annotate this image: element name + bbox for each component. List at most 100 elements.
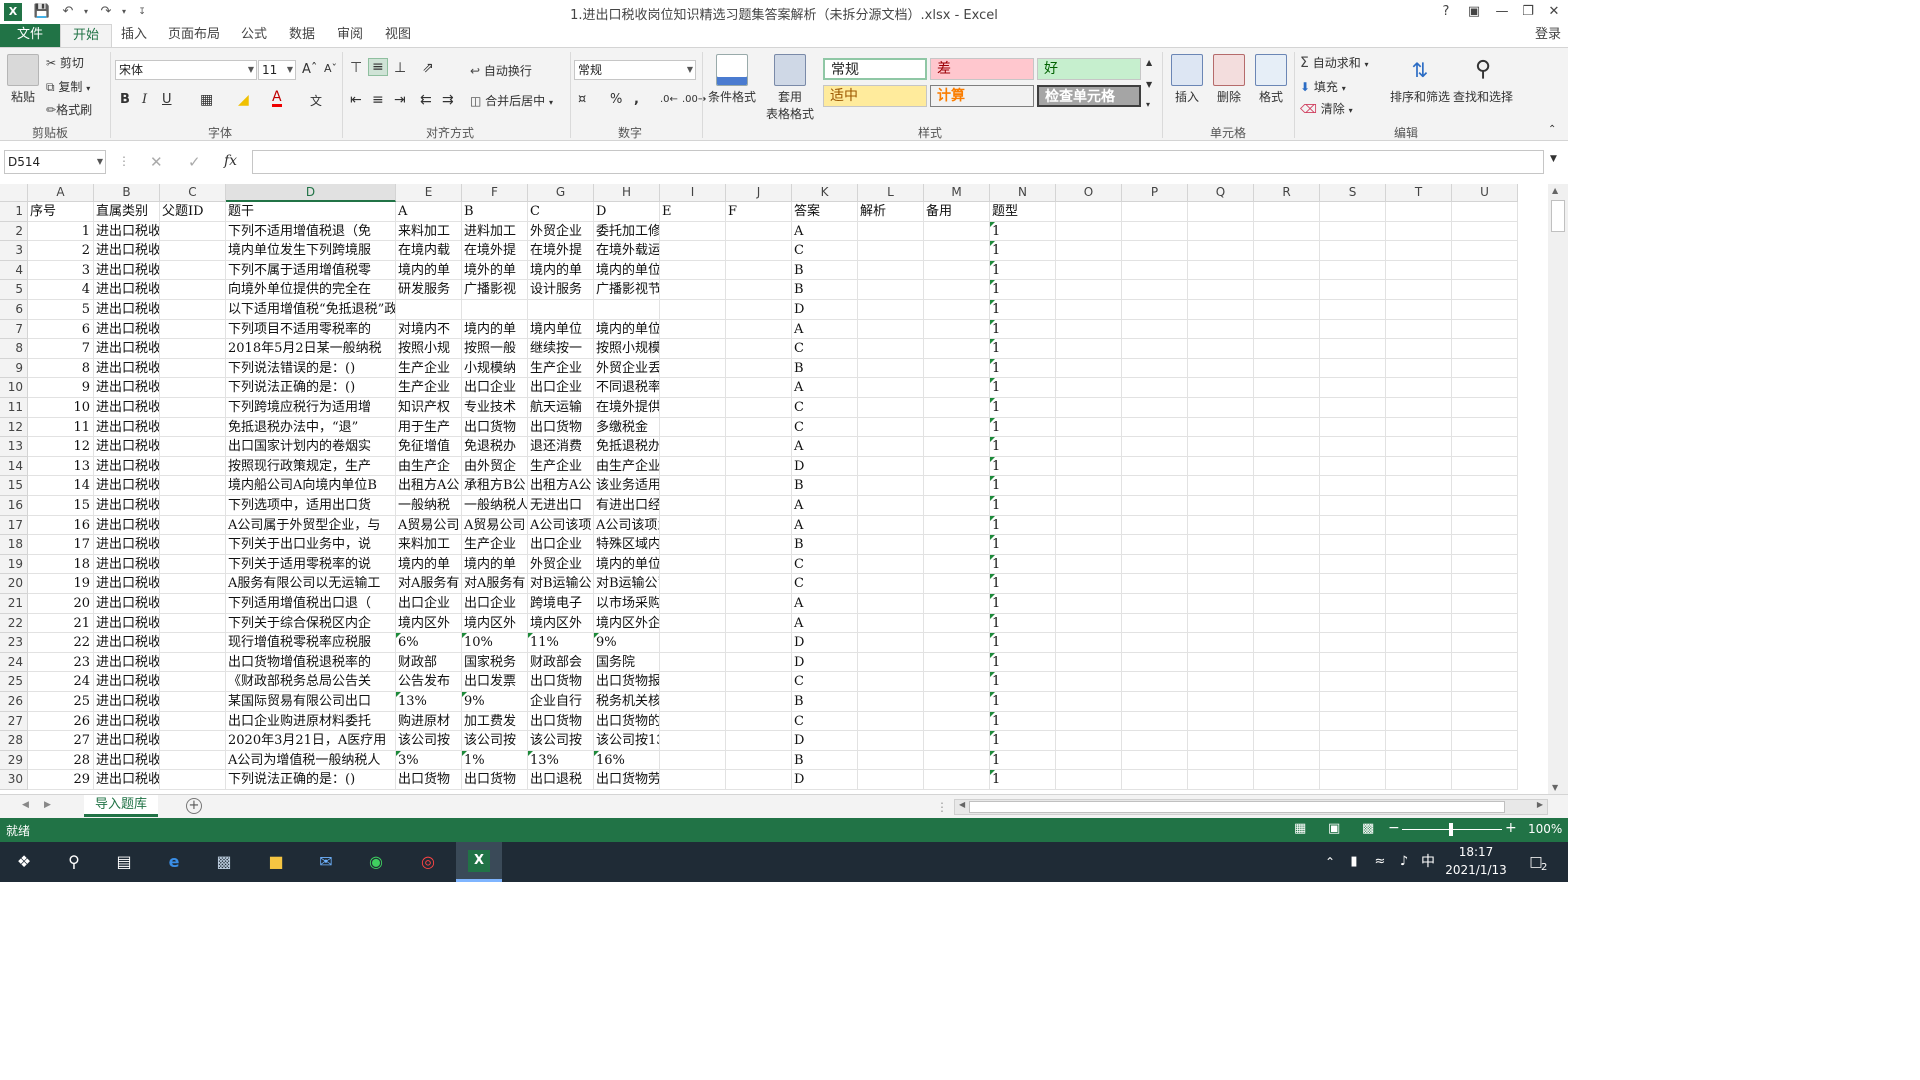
table-cell[interactable] <box>462 300 528 320</box>
table-cell[interactable] <box>1188 241 1254 261</box>
table-cell[interactable]: 出口货物 <box>462 417 528 438</box>
column-header-B[interactable]: B <box>94 184 160 202</box>
table-cell[interactable] <box>1122 711 1188 732</box>
align-right-icon[interactable]: ⇥ <box>394 92 406 108</box>
table-cell[interactable]: 特殊区域内企业委托区外企业 <box>594 535 660 555</box>
table-cell[interactable]: 外贸企业 <box>528 554 594 575</box>
table-cell[interactable] <box>1188 476 1254 496</box>
table-cell[interactable] <box>726 241 792 261</box>
table-cell[interactable]: 来料加工 <box>396 535 462 555</box>
table-cell[interactable]: 6 <box>28 319 94 340</box>
table-cell[interactable]: 1 <box>990 515 1056 536</box>
copy-button[interactable]: ⧉ 复制 ▾ <box>46 78 90 95</box>
table-cell[interactable] <box>858 241 924 261</box>
table-cell[interactable]: 24 <box>28 672 94 692</box>
row-header[interactable]: 13 <box>0 437 28 457</box>
table-cell[interactable] <box>660 770 726 790</box>
table-cell[interactable] <box>1122 476 1188 496</box>
table-cell[interactable] <box>1056 496 1122 516</box>
table-cell[interactable]: A公司属于外贸型企业，与 <box>226 515 396 536</box>
table-cell[interactable]: 17 <box>28 535 94 555</box>
align-center-icon[interactable]: ≡ <box>372 92 384 108</box>
table-cell[interactable] <box>924 652 990 673</box>
table-cell[interactable] <box>726 476 792 496</box>
table-cell[interactable] <box>858 731 924 751</box>
table-cell[interactable]: 外贸企业丢失增值税专用发票 <box>594 358 660 379</box>
table-cell[interactable]: 加工费发 <box>462 711 528 732</box>
table-cell[interactable] <box>1254 241 1320 261</box>
table-cell[interactable]: 1 <box>990 300 1056 320</box>
table-cell[interactable]: D <box>792 731 858 751</box>
table-cell[interactable] <box>1386 378 1452 398</box>
table-cell[interactable]: A <box>792 319 858 340</box>
header-cell[interactable]: 题型 <box>990 202 1056 222</box>
italic-button[interactable]: I <box>142 92 147 107</box>
table-cell[interactable]: 出口企业 <box>462 594 528 614</box>
table-cell[interactable] <box>660 574 726 594</box>
borders-icon[interactable]: ▦ <box>200 92 213 108</box>
align-top-icon[interactable]: ⊤ <box>350 60 362 76</box>
expand-formula-bar-icon[interactable]: ▼ <box>1550 154 1557 164</box>
table-cell[interactable]: 出口退税 <box>528 770 594 790</box>
table-cell[interactable]: 16 <box>28 515 94 536</box>
table-cell[interactable] <box>1056 319 1122 340</box>
table-cell[interactable] <box>1188 300 1254 320</box>
table-cell[interactable]: 出口货物 <box>528 417 594 438</box>
table-cell[interactable] <box>858 398 924 418</box>
row-header[interactable]: 17 <box>0 515 28 536</box>
table-cell[interactable]: 境内的单 <box>396 554 462 575</box>
mail-icon[interactable]: ✉ <box>312 848 340 876</box>
header-cell[interactable]: 直属类别 <box>94 202 160 222</box>
table-cell[interactable] <box>858 476 924 496</box>
table-cell[interactable] <box>924 221 990 242</box>
select-all-corner[interactable] <box>0 184 28 202</box>
table-cell[interactable] <box>1056 456 1122 477</box>
table-cell[interactable] <box>1320 711 1386 732</box>
header-cell[interactable] <box>1452 202 1518 222</box>
styles-more-icon[interactable]: ▾ <box>1146 100 1150 109</box>
table-cell[interactable]: 公告发布 <box>396 672 462 692</box>
edge-icon[interactable]: e <box>160 848 188 876</box>
underline-button[interactable]: U <box>162 92 172 107</box>
table-cell[interactable] <box>660 358 726 379</box>
table-cell[interactable] <box>1254 613 1320 634</box>
table-cell[interactable] <box>1056 574 1122 594</box>
table-cell[interactable] <box>594 300 660 320</box>
table-cell[interactable] <box>924 554 990 575</box>
tab-insert[interactable]: 插入 <box>114 24 154 48</box>
font-color-icon[interactable]: A <box>272 90 282 107</box>
table-cell[interactable] <box>160 300 226 320</box>
row-header[interactable]: 12 <box>0 417 28 438</box>
table-cell[interactable]: A <box>792 378 858 398</box>
table-cell[interactable]: 进出口税收 <box>94 613 160 634</box>
table-cell[interactable] <box>1254 652 1320 673</box>
table-cell[interactable]: 11% <box>528 633 594 653</box>
table-cell[interactable]: 由外贸企 <box>462 456 528 477</box>
table-cell[interactable]: 出口货物报关单上注明的申报 <box>594 672 660 692</box>
table-cell[interactable] <box>1386 358 1452 379</box>
find-select-button[interactable]: ⚲ 查找和选择 <box>1450 54 1516 105</box>
column-header-M[interactable]: M <box>924 184 990 202</box>
table-cell[interactable] <box>1386 594 1452 614</box>
styles-scroll-down-icon[interactable]: ▼ <box>1146 80 1152 89</box>
table-cell[interactable]: 2018年5月2日某一般纳税 <box>226 339 396 359</box>
table-cell[interactable]: 进出口税收 <box>94 652 160 673</box>
table-cell[interactable]: 境内的单 <box>396 260 462 281</box>
shrink-font-icon[interactable]: Aˇ <box>324 62 337 75</box>
table-cell[interactable] <box>1188 319 1254 340</box>
table-cell[interactable]: 该公司按 <box>396 731 462 751</box>
table-cell[interactable]: 13% <box>396 692 462 712</box>
table-cell[interactable] <box>1188 594 1254 614</box>
table-cell[interactable] <box>1320 515 1386 536</box>
header-cell[interactable]: C <box>528 202 594 222</box>
table-cell[interactable] <box>1122 770 1188 790</box>
table-cell[interactable]: 6% <box>396 633 462 653</box>
table-cell[interactable] <box>1452 750 1518 771</box>
row-header[interactable]: 6 <box>0 300 28 320</box>
header-cell[interactable]: 解析 <box>858 202 924 222</box>
table-cell[interactable] <box>660 554 726 575</box>
table-cell[interactable]: 境内的单位提供的往返香港、 <box>594 319 660 340</box>
table-cell[interactable] <box>924 300 990 320</box>
table-cell[interactable] <box>1122 535 1188 555</box>
table-cell[interactable]: 进出口税收 <box>94 731 160 751</box>
